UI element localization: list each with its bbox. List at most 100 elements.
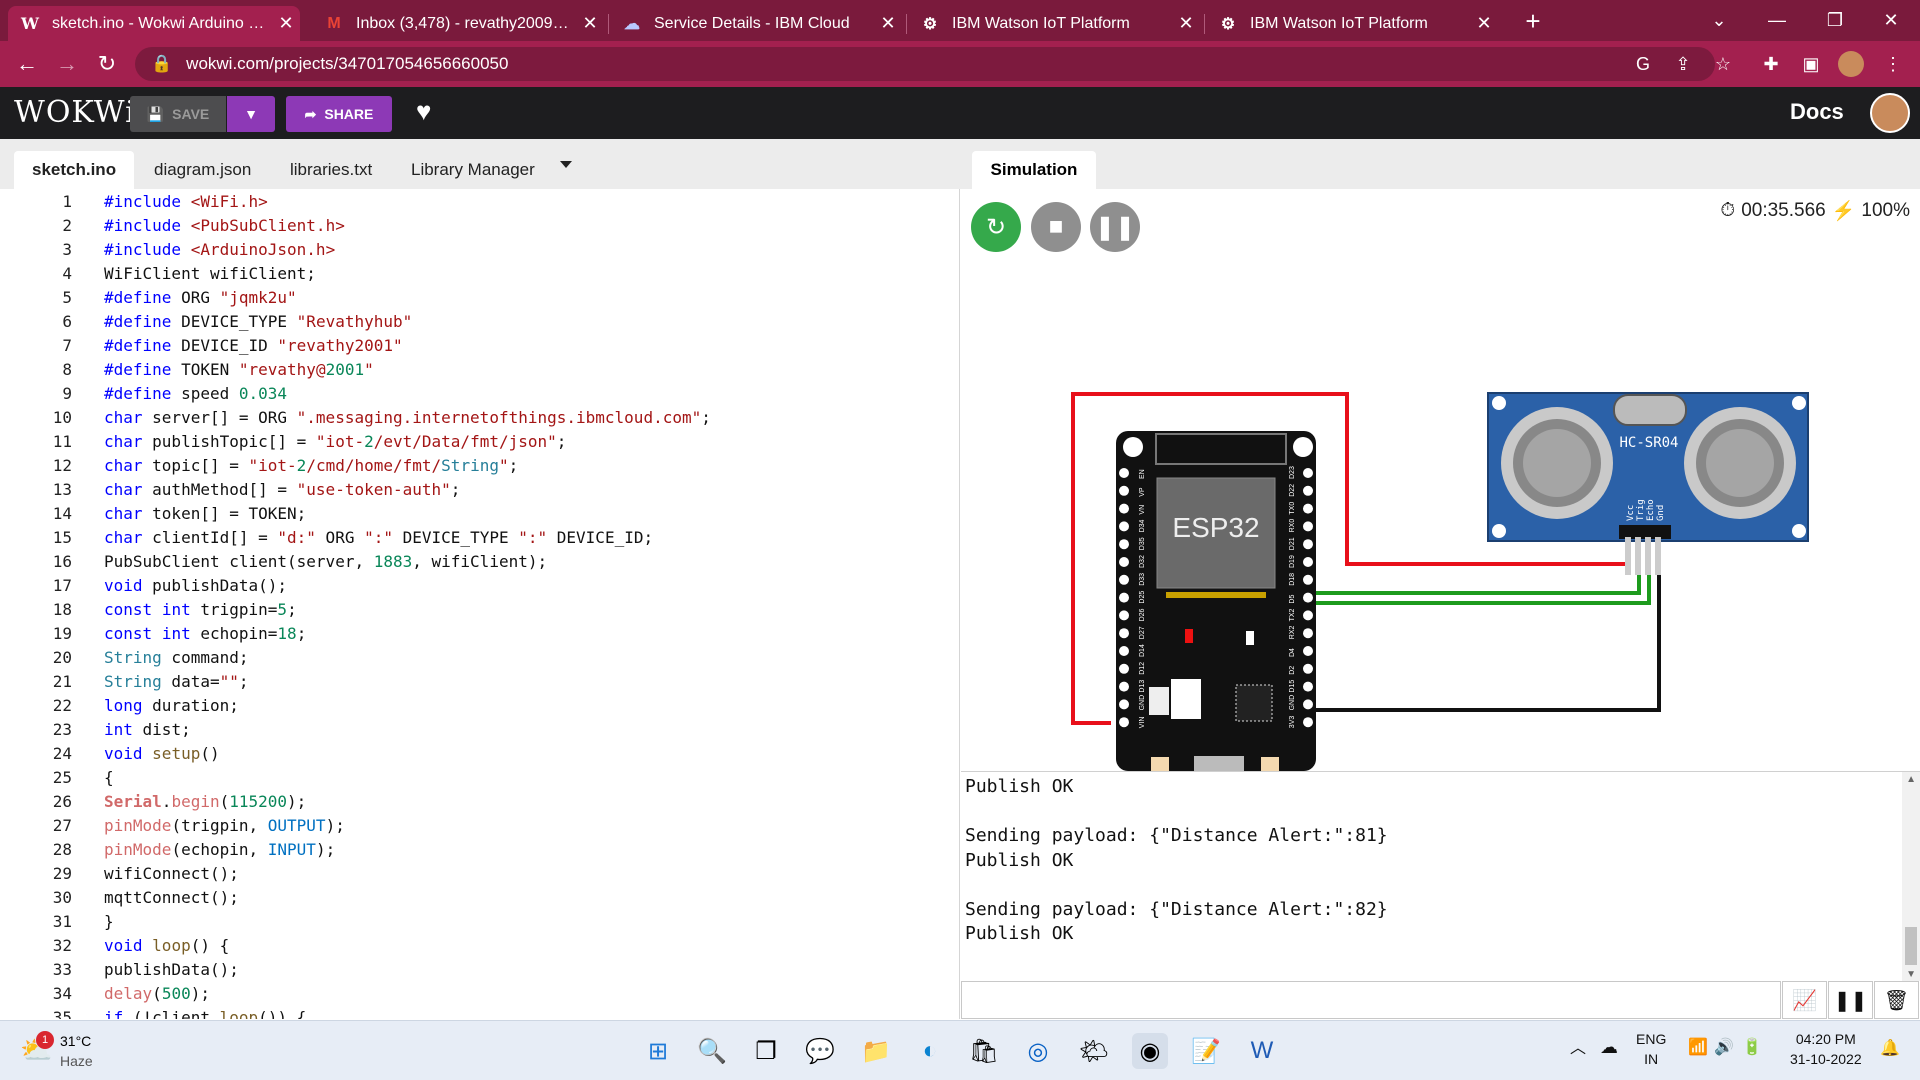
extensions-puzzle-icon[interactable]: ✚	[1754, 47, 1788, 81]
esp32-pin[interactable]	[1303, 557, 1313, 567]
browser-tab-ibm-cloud[interactable]: ☁ Service Details - IBM Cloud ✕	[610, 6, 902, 41]
esp32-pin[interactable]	[1303, 521, 1313, 532]
onedrive-cloud-icon[interactable]: ☁	[1600, 1037, 1618, 1057]
forward-icon[interactable]: →	[52, 49, 82, 79]
esp32-pin[interactable]	[1119, 574, 1129, 585]
esp32-pin[interactable]	[1303, 681, 1313, 692]
reload-icon[interactable]: ↻	[92, 49, 122, 79]
battery-icon[interactable]: 🔋	[1742, 1038, 1762, 1058]
notifications-icon[interactable]: 🔔	[1880, 1039, 1900, 1059]
close-tab-icon[interactable]: ✕	[874, 13, 902, 34]
esp32-pin[interactable]	[1119, 681, 1129, 692]
weather-app-icon[interactable]: 🌤	[1076, 1033, 1112, 1069]
esp32-pin[interactable]	[1119, 646, 1129, 656]
share-page-icon[interactable]: ⇪	[1666, 47, 1700, 81]
serial-monitor-output[interactable]: ▲ ▼ Publish OK Sending payload: {"Distanc…	[961, 771, 1920, 981]
wifi-icon[interactable]: 📶	[1688, 1038, 1708, 1058]
start-windows-icon[interactable]: ⊞	[640, 1033, 676, 1069]
esp32-pin[interactable]	[1303, 539, 1313, 550]
echo-wire[interactable]	[1305, 573, 1651, 605]
edge-browser-icon[interactable]: ◐	[912, 1033, 948, 1069]
save-button[interactable]: 💾 SAVE	[130, 96, 226, 132]
back-icon[interactable]: ←	[12, 49, 42, 79]
esp32-pin[interactable]	[1119, 485, 1129, 496]
trig-wire[interactable]	[1305, 573, 1641, 595]
restore-window-icon[interactable]: ❐	[1806, 0, 1864, 41]
docs-link[interactable]: Docs	[1790, 99, 1844, 125]
google-icon[interactable]: G	[1626, 47, 1660, 81]
code-editor[interactable]: 1 #include <WiFi.h> 2 #include <PubSubClien…	[0, 189, 960, 1019]
tab-sketch-ino[interactable]: sketch.ino	[14, 151, 135, 189]
esp32-pin[interactable]	[1119, 468, 1129, 478]
esp32-pin[interactable]	[1303, 485, 1313, 496]
tab-search-chevron-icon[interactable]: ⌄	[1690, 0, 1748, 41]
close-tab-icon[interactable]: ✕	[1470, 13, 1498, 34]
volume-icon[interactable]: 🔊	[1714, 1038, 1734, 1058]
esp32-pin[interactable]	[1303, 574, 1313, 585]
scroll-up-arrow-icon[interactable]: ▲	[1906, 774, 1916, 785]
esp32-pin[interactable]	[1303, 663, 1313, 674]
serial-pause-button[interactable]: ❚❚	[1828, 981, 1873, 1019]
task-view-icon[interactable]: ❐	[748, 1033, 784, 1069]
browser-tab-ibm-iot-2[interactable]: ⚙ IBM Watson IoT Platform ✕	[1206, 6, 1498, 41]
tab-simulation[interactable]: Simulation	[972, 151, 1096, 189]
esp32-pin[interactable]	[1303, 717, 1313, 728]
chrome-icon[interactable]: ◉	[1132, 1033, 1168, 1069]
serial-plotter-button[interactable]: 📈	[1782, 981, 1827, 1019]
microsoft-store-icon[interactable]: 🛍	[966, 1033, 1002, 1069]
dell-support-icon[interactable]: ◎	[1020, 1033, 1056, 1069]
heart-icon[interactable]: ♥	[416, 96, 431, 127]
browser-tab-gmail[interactable]: M Inbox (3,478) - revathy2009200107@gmai…	[312, 6, 604, 41]
esp32-pin[interactable]	[1119, 539, 1129, 550]
esp32-pin[interactable]	[1303, 503, 1313, 514]
close-tab-icon[interactable]: ✕	[1172, 13, 1200, 34]
esp32-pin[interactable]	[1119, 610, 1129, 621]
close-tab-icon[interactable]: ✕	[576, 13, 604, 34]
esp32-pin[interactable]	[1119, 503, 1129, 514]
esp32-pin[interactable]	[1303, 699, 1313, 710]
word-icon[interactable]: W	[1244, 1033, 1280, 1069]
esp32-pin[interactable]	[1119, 628, 1129, 639]
esp32-board[interactable]: ESP32 EN VP VN D34 D35 D32 D33 D25 D26 D27 D14 D12 D…	[1116, 431, 1316, 771]
profile-avatar[interactable]	[1834, 47, 1868, 81]
notepad-icon[interactable]: 📝	[1188, 1033, 1224, 1069]
tab-library-manager[interactable]: Library Manager	[393, 151, 553, 189]
browser-tab-ibm-iot-1[interactable]: ⚙ IBM Watson IoT Platform ✕	[908, 6, 1200, 41]
tab-libraries-txt[interactable]: libraries.txt	[272, 151, 390, 189]
esp32-pin[interactable]	[1119, 592, 1129, 603]
minimize-window-icon[interactable]: —	[1748, 0, 1806, 41]
scroll-down-arrow-icon[interactable]: ▼	[1906, 969, 1916, 980]
bookmark-star-icon[interactable]: ☆	[1706, 47, 1740, 81]
weather-widget[interactable]: ⛅ 1 31°C Haze	[20, 1031, 93, 1071]
user-avatar[interactable]	[1870, 93, 1910, 133]
esp32-pin[interactable]	[1119, 663, 1129, 674]
tab-diagram-json[interactable]: diagram.json	[136, 151, 269, 189]
esp32-pin[interactable]	[1303, 610, 1313, 621]
esp32-pin[interactable]	[1119, 521, 1129, 532]
share-button[interactable]: ➦ SHARE	[286, 96, 392, 132]
serial-clear-button[interactable]: 🗑	[1874, 981, 1919, 1019]
show-hidden-icons-chevron[interactable]: ︿	[1570, 1039, 1586, 1059]
new-tab-button[interactable]: +	[1518, 6, 1548, 36]
esp32-pin[interactable]	[1119, 717, 1129, 728]
esp32-pin[interactable]	[1119, 557, 1129, 567]
esp32-pin[interactable]	[1303, 468, 1313, 478]
esp32-pin[interactable]	[1303, 646, 1313, 656]
serial-scrollbar[interactable]: ▲ ▼	[1902, 772, 1920, 981]
browser-menu-icon[interactable]: ⋮	[1876, 47, 1910, 81]
esp32-pin[interactable]	[1303, 628, 1313, 639]
language-indicator[interactable]: ENG IN	[1636, 1029, 1666, 1069]
side-panel-icon[interactable]: ▣	[1794, 47, 1828, 81]
editor-tabs-dropdown-icon[interactable]	[560, 161, 572, 168]
simulation-canvas[interactable]: ↻ ■ ❚❚ ⏱ 00:35.566 ⚡ 100% ESP32 EN VP VN…	[961, 189, 1920, 771]
wokwi-logo[interactable]: WOKWi	[14, 95, 136, 130]
hc-sr04-sensor[interactable]: HC-SR04 Vcc Trig Echo Gnd	[1487, 392, 1809, 575]
serial-scrollbar-thumb[interactable]	[1905, 927, 1917, 965]
save-dropdown-button[interactable]: ▼	[227, 96, 275, 132]
browser-tab-wokwi[interactable]: W sketch.ino - Wokwi Arduino and ESP32 S…	[8, 6, 300, 41]
esp32-pin[interactable]	[1119, 699, 1129, 710]
close-window-icon[interactable]: ✕	[1862, 0, 1920, 41]
file-explorer-icon[interactable]: 📁	[858, 1033, 894, 1069]
taskbar-search-icon[interactable]: 🔍	[694, 1033, 730, 1069]
esp32-pin[interactable]	[1303, 592, 1313, 603]
